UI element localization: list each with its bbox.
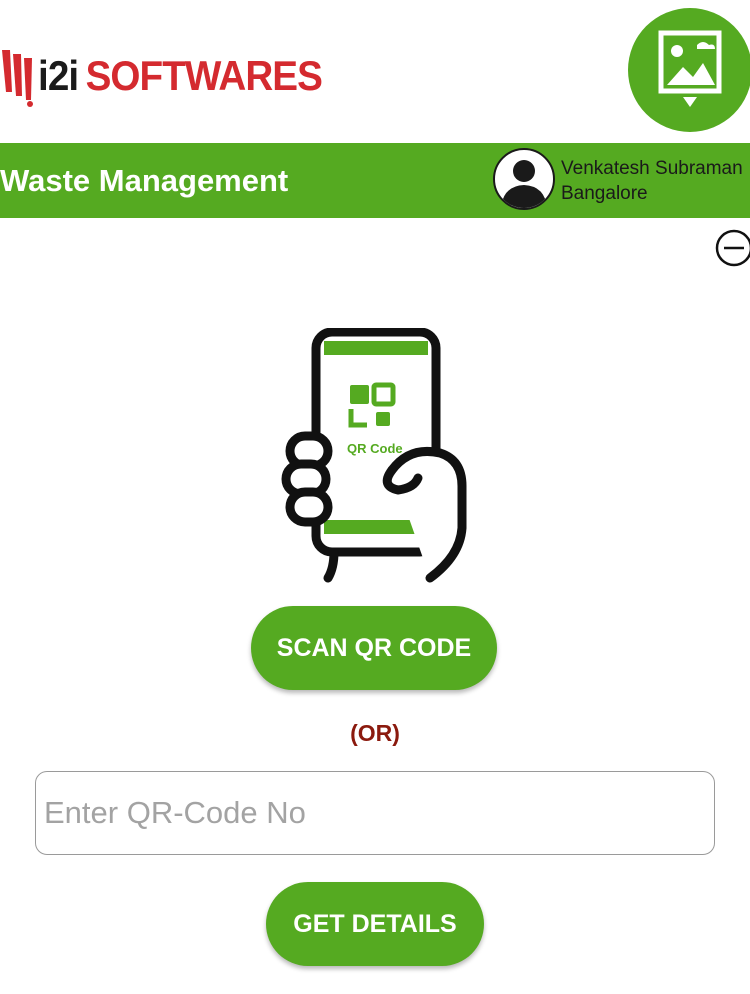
user-avatar[interactable] [493,148,555,210]
title-bar: Waste Management Venkatesh Subraman Bang… [0,143,750,218]
scan-qr-code-button[interactable]: SCAN QR CODE [251,606,497,690]
brand-logo: i2i SOFTWARES [0,44,347,108]
brand-name-part2: SOFTWARES [85,52,323,99]
or-separator: (OR) [350,720,400,746]
hand-holding-phone-icon: QR Code [281,328,467,583]
image-picker-icon [658,30,722,107]
brand-name: i2i SOFTWARES [38,44,323,108]
brand-mark-icon [2,50,33,107]
logout-icon[interactable] [714,228,750,268]
page-title: Waste Management [0,163,289,198]
brand-name-part1: i2i [38,52,79,99]
get-details-button[interactable]: GET DETAILS [266,882,484,966]
qr-screen-label: QR Code [347,441,403,456]
photo-picker-button[interactable] [628,8,750,132]
user-name: Venkatesh Subraman [561,158,743,179]
user-avatar-icon [501,160,547,208]
qr-code-input[interactable] [35,771,715,855]
user-location: Bangalore [561,183,648,204]
